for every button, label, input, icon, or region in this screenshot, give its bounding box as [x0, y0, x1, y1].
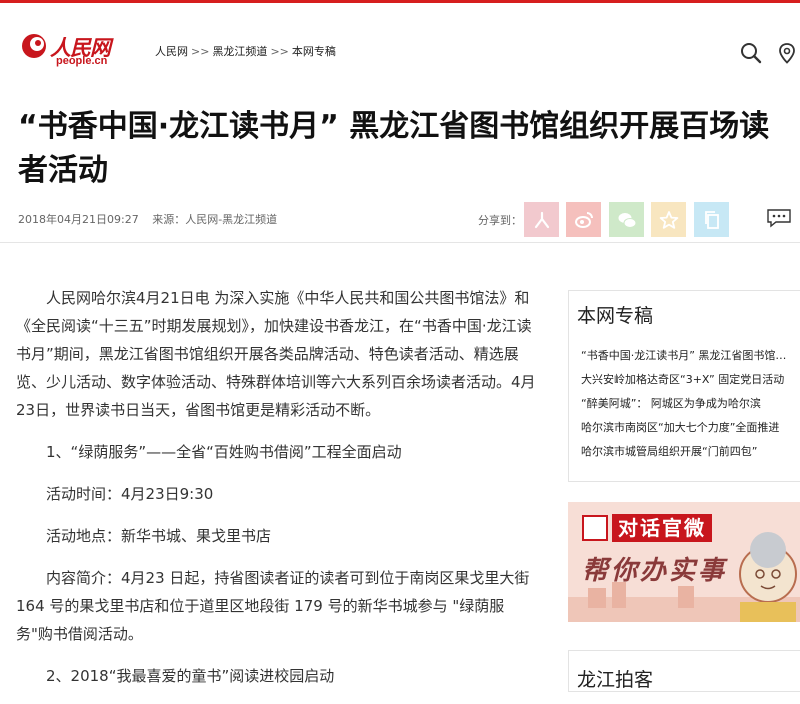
- breadcrumb-sep: >>: [191, 45, 210, 58]
- wechat-icon: [618, 212, 636, 228]
- header-divider: [0, 242, 800, 243]
- weibo-icon: [574, 211, 593, 228]
- sidebar-section2-title: 龙江拍客: [577, 669, 654, 691]
- article-paragraph: 活动地点：新华书城、果戈里书店: [46, 527, 272, 545]
- comment-icon[interactable]: [766, 208, 792, 228]
- breadcrumb-item-home[interactable]: 人民网: [155, 45, 188, 58]
- share-wechat-button[interactable]: [609, 202, 644, 237]
- share-qzone-button[interactable]: [651, 202, 686, 237]
- people-icon: [534, 211, 549, 228]
- article-meta: 2018年04月21日09:27 来源：人民网-黑龙江频道: [18, 211, 277, 227]
- sidebar-featured: 本网专稿 “书香中国·龙江读书月” 黑龙江省图书馆组织开展百场读者活动 大兴安岭…: [568, 290, 800, 482]
- article-paragraph: 活动时间：4月23日9:30: [46, 485, 214, 503]
- sidebar-link[interactable]: “醉美阿城”： 阿城区为争成为哈尔滨: [581, 392, 793, 416]
- breadcrumb-item-section[interactable]: 本网专稿: [292, 45, 336, 58]
- logo-mark-icon: [22, 34, 46, 58]
- article-body: 人民网哈尔滨4月21日电 为深入实施《中华人民共和国公共图书馆法》和《全民阅读“…: [16, 284, 538, 704]
- sidebar-link[interactable]: 大兴安岭加格达奇区“3+X” 固定党日活动: [581, 368, 793, 392]
- top-red-line: [0, 0, 800, 3]
- share-weibo-button[interactable]: [566, 202, 601, 237]
- sidebar-photos: 龙江拍客: [568, 650, 800, 692]
- share-people-button[interactable]: [524, 202, 559, 237]
- sidebar-section-title: 本网专稿: [577, 305, 654, 327]
- copy-icon: [704, 210, 719, 229]
- banner-title-row: 对话官微: [582, 514, 712, 542]
- sidebar-link[interactable]: “书香中国·龙江读书月” 黑龙江省图书馆组织开展百场读者活动: [581, 344, 793, 368]
- sidebar-link[interactable]: 哈尔滨市城管局组织开展“门前四包”: [581, 440, 793, 464]
- promo-banner[interactable]: 对话官微 帮你办实事: [568, 502, 800, 622]
- people-cn-logo[interactable]: 人民网 people.cn: [20, 30, 120, 70]
- article-paragraph: 人民网哈尔滨4月21日电 为深入实施《中华人民共和国公共图书馆法》和《全民阅读“…: [16, 289, 536, 419]
- share-copy-button[interactable]: [694, 202, 729, 237]
- article-paragraph: 1、“绿荫服务”——全省“百姓购书借阅”工程全面启动: [46, 443, 402, 461]
- sidebar-link-list: “书香中国·龙江读书月” 黑龙江省图书馆组织开展百场读者活动 大兴安岭加格达奇区…: [569, 344, 800, 464]
- search-icon[interactable]: [740, 42, 762, 64]
- breadcrumb-sep: >>: [270, 45, 289, 58]
- article-title: “书香中国·龙江读书月” 黑龙江省图书馆组织开展百场读者活动: [18, 109, 770, 188]
- article-source[interactable]: 来源：人民网-黑龙江频道: [152, 213, 277, 226]
- breadcrumb-item-channel[interactable]: 黑龙江频道: [212, 45, 267, 58]
- star-icon: [659, 210, 678, 229]
- banner-subtitle: 帮你办实事: [582, 556, 728, 586]
- article-paragraph: 2、2018“我最喜爱的童书”阅读进校园启动: [46, 667, 335, 685]
- sidebar-link[interactable]: 哈尔滨市南岗区“加大七个力度”全面推进: [581, 416, 793, 440]
- share-label: 分享到：: [478, 214, 522, 227]
- publish-datetime: 2018年04月21日09:27: [18, 213, 139, 226]
- logo-text-en: people.cn: [56, 55, 108, 67]
- breadcrumb: 人民网 >> 黑龙江频道 >> 本网专稿: [155, 43, 336, 59]
- checkbox-icon: [582, 515, 608, 541]
- location-icon[interactable]: [776, 42, 798, 64]
- banner-title: 对话官微: [612, 514, 712, 542]
- article-paragraph: 内容简介：4月23 日起，持省图读者证的读者可到位于南岗区果戈里大街 164 号…: [16, 569, 530, 643]
